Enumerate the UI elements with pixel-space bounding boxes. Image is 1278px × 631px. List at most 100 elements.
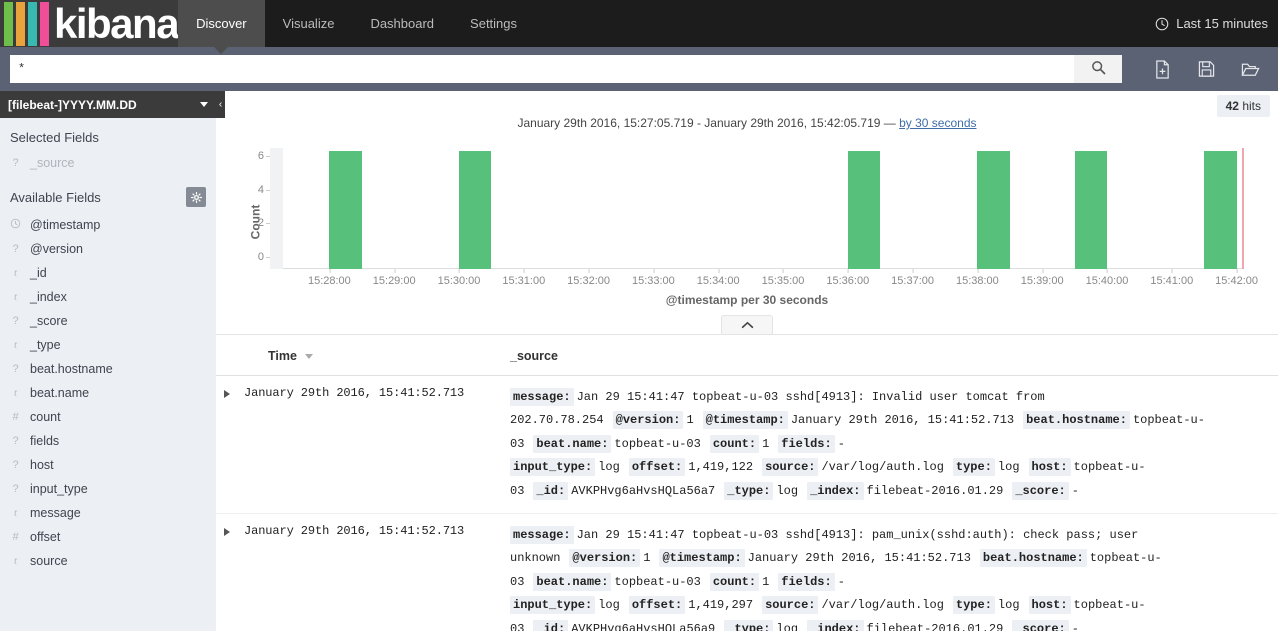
field-type-unknown-icon: ? — [10, 363, 21, 375]
time-column-label: Time — [268, 349, 297, 363]
field-item-input-type[interactable]: ?input_type — [0, 477, 216, 501]
documents-body: January 29th 2016, 15:41:52.713 message: J… — [216, 376, 1278, 631]
field-type-num-icon: # — [10, 411, 21, 423]
field-value: log — [998, 598, 1020, 612]
index-pattern-label: [filebeat-]YYYY.MM.DD — [8, 98, 137, 112]
sidebar-collapse-button[interactable]: ‹ — [216, 91, 225, 118]
field-key: source: — [762, 596, 818, 614]
field-type-str-icon: t — [10, 555, 21, 567]
chart-y-axis: 0246 — [234, 148, 270, 269]
search-button[interactable] — [1074, 55, 1122, 83]
table-row[interactable]: January 29th 2016, 15:41:52.713message:J… — [216, 376, 1278, 514]
field-item-source[interactable]: tsource — [0, 549, 216, 573]
gear-icon[interactable] — [186, 187, 206, 207]
time-picker-label: Last 15 minutes — [1176, 16, 1268, 31]
tab-settings[interactable]: Settings — [452, 0, 535, 47]
field-key: _id: — [533, 620, 568, 631]
field-item--type[interactable]: t_type — [0, 333, 216, 357]
chart-plot-area[interactable] — [270, 148, 1242, 269]
selected-fields-heading: Selected Fields — [0, 118, 216, 151]
x-tick-label: 15:32:00 — [567, 275, 610, 287]
field-key: host: — [1029, 596, 1071, 614]
chart-leading-shade — [270, 148, 283, 269]
field-key: message: — [510, 388, 574, 406]
open-search-icon[interactable] — [1232, 55, 1268, 83]
expand-row-button[interactable] — [216, 376, 238, 514]
histogram-bar[interactable] — [459, 151, 491, 269]
tab-label: Settings — [470, 16, 517, 31]
y-tick-label: 6 — [258, 150, 264, 162]
field-label: message — [30, 506, 81, 520]
chevron-left-icon: ‹ — [219, 99, 222, 110]
field-item--version[interactable]: ?@version — [0, 237, 216, 261]
field-key: offset: — [629, 458, 685, 476]
field-item-beat-hostname[interactable]: ? beat.hostname — [0, 357, 216, 381]
toggle-chart-button[interactable] — [721, 315, 773, 334]
field-item--score[interactable]: ?_score — [0, 309, 216, 333]
tab-visualize[interactable]: Visualize — [265, 0, 353, 47]
available-fields-label: Available Fields — [10, 190, 101, 205]
histogram-bar[interactable] — [329, 151, 361, 269]
row-time-cell: January 29th 2016, 15:41:52.713 — [238, 513, 506, 631]
field-label: beat.hostname — [30, 362, 113, 376]
histogram-bar[interactable] — [977, 151, 1009, 269]
field-item-host[interactable]: ? host — [0, 453, 216, 477]
logo-bar-1 — [16, 2, 25, 46]
x-tick-label: 15:34:00 — [697, 275, 740, 287]
search-input[interactable] — [10, 55, 1074, 83]
field-value: - — [838, 437, 845, 451]
chevron-right-icon — [224, 390, 230, 398]
index-pattern-selector[interactable]: [filebeat-]YYYY.MM.DD — [0, 91, 216, 118]
field-value: 1 — [762, 575, 769, 589]
field-item--source[interactable]: ?_source — [0, 151, 216, 175]
field-item-fields[interactable]: ?fields — [0, 429, 216, 453]
table-row[interactable]: January 29th 2016, 15:41:52.713message:J… — [216, 513, 1278, 631]
query-tool-icons — [1122, 55, 1268, 83]
field-value: January 29th 2016, 15:41:52.713 — [748, 551, 971, 565]
field-key: host: — [1029, 458, 1071, 476]
field-item-count[interactable]: #count — [0, 405, 216, 429]
histogram-chart[interactable]: Count 0246 15:28:0015:29:0015:30:0015:31… — [234, 134, 1260, 309]
nav-tabs: Discover Visualize Dashboard Settings — [178, 0, 535, 47]
histogram-bar[interactable] — [848, 151, 880, 269]
field-key: fields: — [778, 435, 834, 453]
field-key: count: — [710, 435, 759, 453]
time-column-header[interactable]: Time — [238, 335, 506, 376]
field-key: beat.name: — [533, 573, 611, 591]
field-key: input_type: — [510, 596, 595, 614]
field-item-beat-name[interactable]: tbeat.name — [0, 381, 216, 405]
tab-dashboard[interactable]: Dashboard — [352, 0, 452, 47]
kibana-logo-icon — [0, 2, 52, 46]
field-value: filebeat-2016.01.29 — [867, 622, 1004, 631]
chevron-up-icon — [741, 318, 754, 332]
field-type-str-icon: t — [10, 267, 21, 279]
field-value: 1,419,297 — [688, 598, 753, 612]
field-key: beat.hostname: — [980, 549, 1087, 567]
field-value: - — [1072, 622, 1079, 631]
save-search-icon[interactable] — [1188, 55, 1224, 83]
field-item-offset[interactable]: #offset — [0, 525, 216, 549]
field-item--id[interactable]: t_id — [0, 261, 216, 285]
tab-label: Visualize — [283, 16, 335, 31]
chart-interval-link[interactable]: by 30 seconds — [899, 116, 976, 130]
source-column-header[interactable]: _source — [506, 335, 1278, 376]
x-tick-label: 15:36:00 — [826, 275, 869, 287]
clock-icon — [1155, 17, 1169, 31]
histogram-bar[interactable] — [1204, 151, 1236, 269]
field-label: _score — [30, 314, 68, 328]
field-type-unknown-icon: ? — [10, 459, 21, 471]
field-label: host — [30, 458, 54, 472]
histogram-bar[interactable] — [1075, 151, 1107, 269]
time-picker-button[interactable]: Last 15 minutes — [1155, 0, 1278, 47]
tab-label: Dashboard — [370, 16, 434, 31]
field-value: filebeat-2016.01.29 — [867, 484, 1004, 498]
field-item-message[interactable]: tmessage — [0, 501, 216, 525]
field-item--timestamp[interactable]: @timestamp — [0, 213, 216, 237]
field-type-unknown-icon: ? — [10, 435, 21, 447]
tab-discover[interactable]: Discover — [178, 0, 265, 47]
field-item--index[interactable]: t_index — [0, 285, 216, 309]
expand-row-button[interactable] — [216, 513, 238, 631]
field-value: log — [598, 460, 620, 474]
new-search-icon[interactable] — [1144, 55, 1180, 83]
search-icon — [1091, 60, 1106, 78]
